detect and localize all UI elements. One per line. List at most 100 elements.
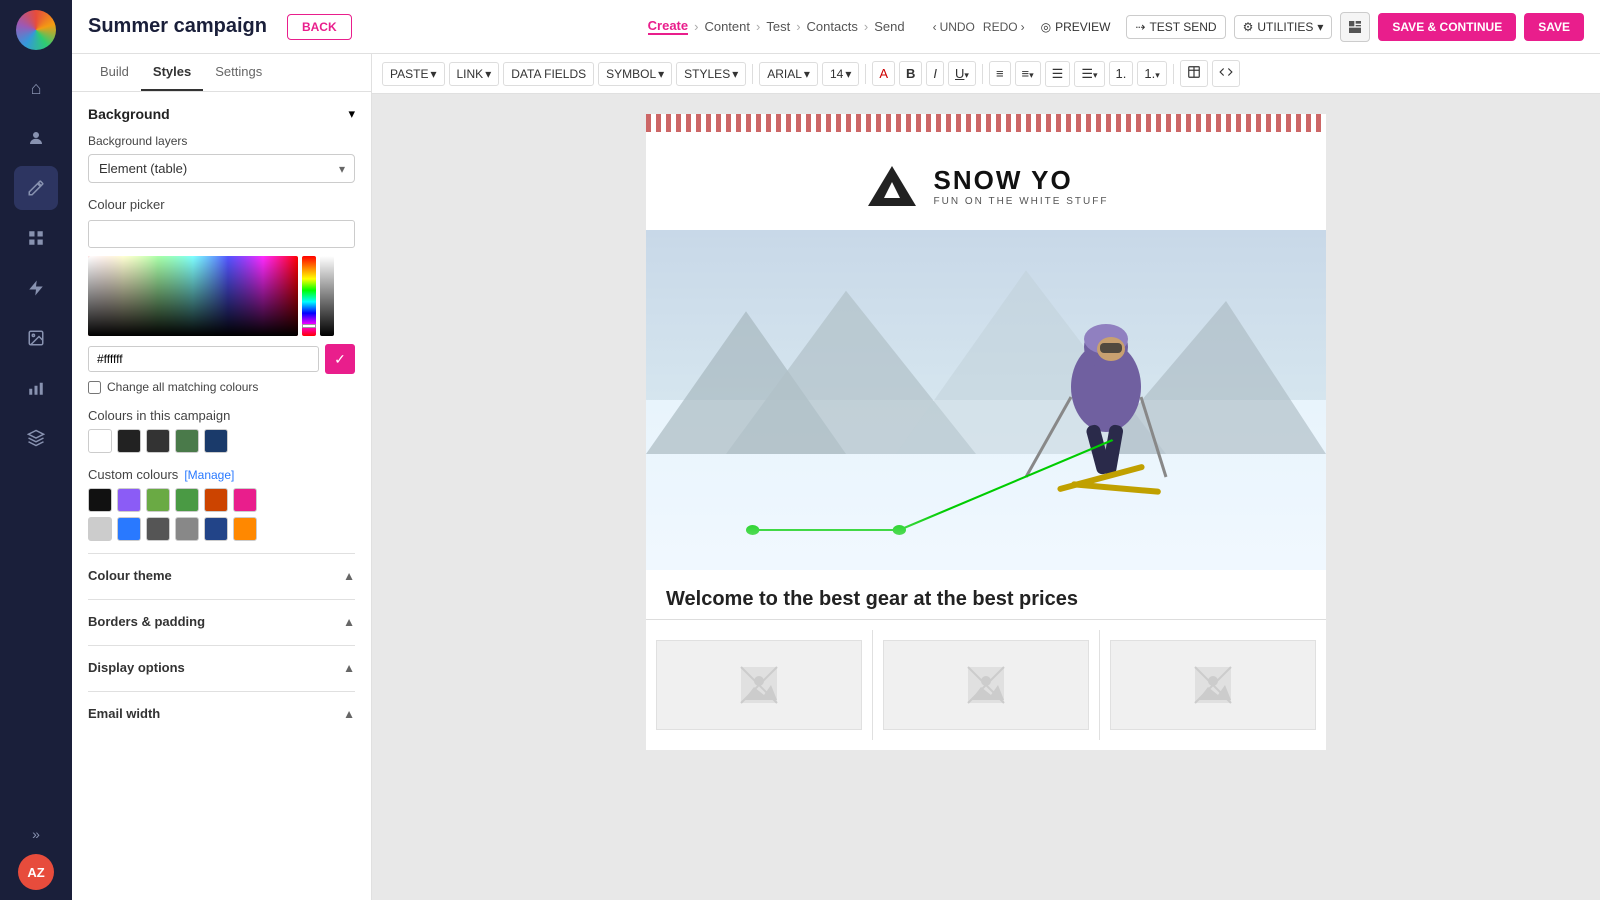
- campaign-swatch-green[interactable]: [175, 429, 199, 453]
- preview-icon: ◎: [1041, 20, 1051, 34]
- campaign-swatch-navy[interactable]: [204, 429, 228, 453]
- expand-sidebar-btn[interactable]: »: [14, 820, 58, 848]
- nav-image[interactable]: [14, 316, 58, 360]
- list-options-button[interactable]: ☰▾: [1074, 61, 1104, 87]
- display-options-title: Display options: [88, 660, 185, 675]
- utilities-button[interactable]: ⚙ UTILITIES ▾: [1234, 15, 1333, 39]
- numbered-list-button[interactable]: 1.: [1109, 61, 1134, 86]
- link-chevron-icon: ▾: [485, 67, 491, 81]
- breadcrumb-send[interactable]: Send: [874, 19, 904, 34]
- borders-padding-header[interactable]: Borders & padding ▲: [88, 610, 355, 633]
- background-layers-select[interactable]: Element (table): [88, 154, 355, 183]
- nav-lightning[interactable]: [14, 266, 58, 310]
- font-size-select[interactable]: 14 ▾: [822, 62, 859, 86]
- text-color-button[interactable]: A: [872, 61, 895, 86]
- product-placeholder-icon-1: [739, 665, 779, 705]
- hue-slider[interactable]: [302, 256, 316, 336]
- save-continue-button[interactable]: SAVE & CONTINUE: [1378, 13, 1516, 41]
- display-options-header[interactable]: Display options ▲: [88, 656, 355, 679]
- styles-chevron-icon: ▾: [732, 67, 738, 81]
- redo-button[interactable]: REDO ›: [983, 20, 1025, 34]
- logo-sub: FUN ON THE WHITE STUFF: [934, 196, 1109, 207]
- campaign-swatch-near-black[interactable]: [146, 429, 170, 453]
- link-button[interactable]: LINK ▾: [449, 62, 500, 86]
- nav-grid[interactable]: [14, 216, 58, 260]
- undo-button[interactable]: ‹ UNDO: [933, 20, 975, 34]
- background-layers-label: Background layers: [88, 134, 355, 148]
- user-avatar[interactable]: AZ: [18, 854, 54, 890]
- table-button[interactable]: [1180, 60, 1208, 87]
- symbol-button[interactable]: SYMBOL ▾: [598, 62, 672, 86]
- breadcrumb: Create › Content › Test › Contacts › Sen…: [648, 18, 905, 35]
- hex-input[interactable]: #ffffff: [88, 346, 319, 372]
- preview-button[interactable]: ◎ PREVIEW: [1033, 16, 1119, 38]
- paste-button[interactable]: PASTE ▾: [382, 62, 445, 86]
- table-svg-icon: [1187, 65, 1201, 79]
- change-all-colours-checkbox[interactable]: [88, 381, 101, 394]
- back-button[interactable]: BACK: [287, 14, 352, 40]
- colour-theme-header[interactable]: Colour theme ▲: [88, 564, 355, 587]
- display-options-expand-icon: ▲: [343, 661, 355, 675]
- nav-edit[interactable]: [14, 166, 58, 210]
- change-all-colours-row: Change all matching colours: [88, 380, 355, 394]
- manage-colours-link[interactable]: [Manage]: [184, 468, 234, 482]
- template-icon-button[interactable]: [1340, 12, 1370, 42]
- template-svg-icon: [1347, 19, 1363, 35]
- breadcrumb-contacts[interactable]: Contacts: [807, 19, 858, 34]
- nav-layers[interactable]: [14, 416, 58, 460]
- test-send-icon: ⇢: [1135, 20, 1145, 34]
- custom-swatch-2[interactable]: [117, 488, 141, 512]
- bold-button[interactable]: B: [899, 61, 922, 86]
- tab-styles[interactable]: Styles: [141, 54, 203, 91]
- save-button[interactable]: SAVE: [1524, 13, 1584, 41]
- campaign-swatch-dark-gray[interactable]: [117, 429, 141, 453]
- custom-swatch-7[interactable]: [88, 517, 112, 541]
- colour-picker-gradient[interactable]: [88, 256, 355, 336]
- custom-swatch-10[interactable]: [175, 517, 199, 541]
- code-button[interactable]: [1212, 60, 1240, 87]
- custom-swatch-6[interactable]: [233, 488, 257, 512]
- nav-home[interactable]: ⌂: [14, 66, 58, 110]
- campaign-swatch-white[interactable]: [88, 429, 112, 453]
- breadcrumb-sep-4: ›: [864, 19, 868, 34]
- align-options-button[interactable]: ≡▾: [1015, 61, 1041, 86]
- styles-button[interactable]: STYLES ▾: [676, 62, 746, 86]
- lightness-slider[interactable]: [320, 256, 334, 336]
- colours-campaign-label: Colours in this campaign: [88, 408, 355, 423]
- custom-swatch-12[interactable]: [233, 517, 257, 541]
- breadcrumb-create[interactable]: Create: [648, 18, 688, 35]
- email-width-header[interactable]: Email width ▲: [88, 702, 355, 725]
- colour-picker-section: Colour picker: [88, 197, 355, 394]
- custom-swatch-9[interactable]: [146, 517, 170, 541]
- breadcrumb-sep-3: ›: [796, 19, 800, 34]
- custom-swatch-3[interactable]: [146, 488, 170, 512]
- font-select[interactable]: ARIAL ▾: [759, 62, 818, 86]
- custom-swatch-5[interactable]: [204, 488, 228, 512]
- test-send-button[interactable]: ⇢ TEST SEND: [1126, 15, 1225, 39]
- list-button[interactable]: ☰: [1045, 61, 1071, 87]
- data-fields-button[interactable]: DATA FIELDS: [503, 62, 594, 86]
- picker-gradient-area[interactable]: [88, 256, 298, 336]
- background-collapse-icon[interactable]: ▾: [348, 106, 355, 122]
- nav-chart[interactable]: [14, 366, 58, 410]
- breadcrumb-sep-2: ›: [756, 19, 760, 34]
- tab-build[interactable]: Build: [88, 54, 141, 91]
- numbered-list-options-button[interactable]: 1.▾: [1137, 61, 1166, 86]
- custom-swatch-4[interactable]: [175, 488, 199, 512]
- colour-picker-label: Colour picker: [88, 197, 355, 212]
- breadcrumb-test[interactable]: Test: [766, 19, 790, 34]
- underline-button[interactable]: U▾: [948, 61, 976, 86]
- selection-ruler: [646, 114, 1326, 132]
- nav-users[interactable]: [14, 116, 58, 160]
- tab-settings[interactable]: Settings: [203, 54, 274, 91]
- app-logo[interactable]: [16, 10, 56, 50]
- hex-confirm-button[interactable]: ✓: [325, 344, 355, 374]
- custom-swatch-11[interactable]: [204, 517, 228, 541]
- custom-swatch-8[interactable]: [117, 517, 141, 541]
- custom-swatch-1[interactable]: [88, 488, 112, 512]
- align-left-button[interactable]: ≡: [989, 61, 1011, 86]
- breadcrumb-content[interactable]: Content: [704, 19, 750, 34]
- borders-padding-title: Borders & padding: [88, 614, 205, 629]
- italic-button[interactable]: I: [926, 61, 944, 86]
- toolbar-separator-1: [752, 64, 753, 84]
